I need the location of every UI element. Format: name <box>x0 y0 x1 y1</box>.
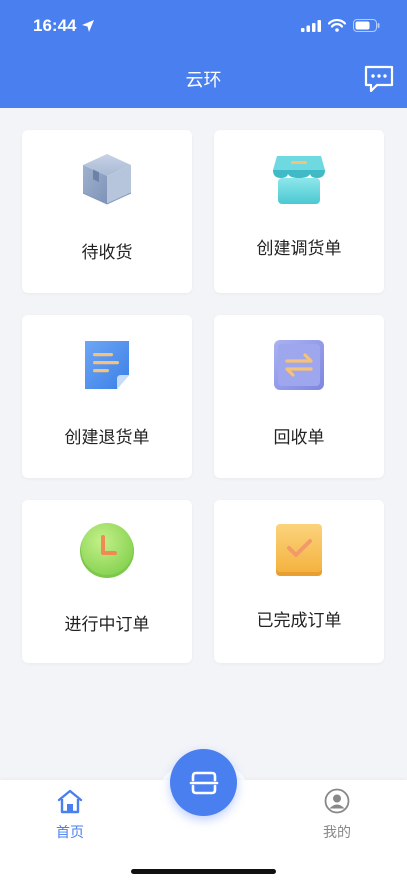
document-icon <box>85 341 129 389</box>
tab-home-label: 首页 <box>56 825 84 841</box>
scan-icon <box>189 771 218 794</box>
home-icon <box>57 789 83 814</box>
signal-icon <box>301 19 321 32</box>
card-pending-receipt[interactable]: 待收货 <box>22 130 192 293</box>
wifi-icon <box>328 19 346 32</box>
card-label: 已完成订单 <box>256 611 342 631</box>
message-button[interactable] <box>363 63 395 95</box>
chat-bubble-icon <box>364 65 394 93</box>
card-label: 创建退货单 <box>64 428 150 448</box>
tab-home[interactable]: 首页 <box>40 788 100 842</box>
card-label: 创建调货单 <box>256 239 342 259</box>
card-recycle-order[interactable]: 回收单 <box>214 315 384 478</box>
card-create-transfer[interactable]: 创建调货单 <box>214 130 384 293</box>
location-arrow-icon <box>82 20 95 32</box>
exchange-icon <box>274 340 324 390</box>
card-create-return[interactable]: 创建退货单 <box>22 315 192 478</box>
card-label: 回收单 <box>273 428 325 448</box>
card-label: 进行中订单 <box>64 615 150 635</box>
home-indicator <box>131 869 276 874</box>
tab-mine-label: 我的 <box>323 825 351 841</box>
tab-mine[interactable]: 我的 <box>307 788 367 842</box>
card-label: 待收货 <box>81 243 133 263</box>
time-text: 16:44 <box>33 16 77 35</box>
status-bar: 16:44 <box>0 0 407 54</box>
page-title: 云环 <box>185 70 222 91</box>
card-completed-orders[interactable]: 已完成订单 <box>214 500 384 663</box>
battery-icon <box>353 19 380 32</box>
card-in-progress-orders[interactable]: 进行中订单 <box>22 500 192 663</box>
clock-icon <box>80 523 134 578</box>
store-icon <box>273 156 325 204</box>
user-profile-icon <box>324 788 350 814</box>
check-icon <box>276 524 322 576</box>
app-header: 16:44 云环 <box>0 0 407 108</box>
status-time: 16:44 <box>33 16 95 36</box>
box-icon <box>82 154 132 205</box>
status-icons <box>301 19 380 32</box>
scan-button[interactable] <box>170 749 237 816</box>
